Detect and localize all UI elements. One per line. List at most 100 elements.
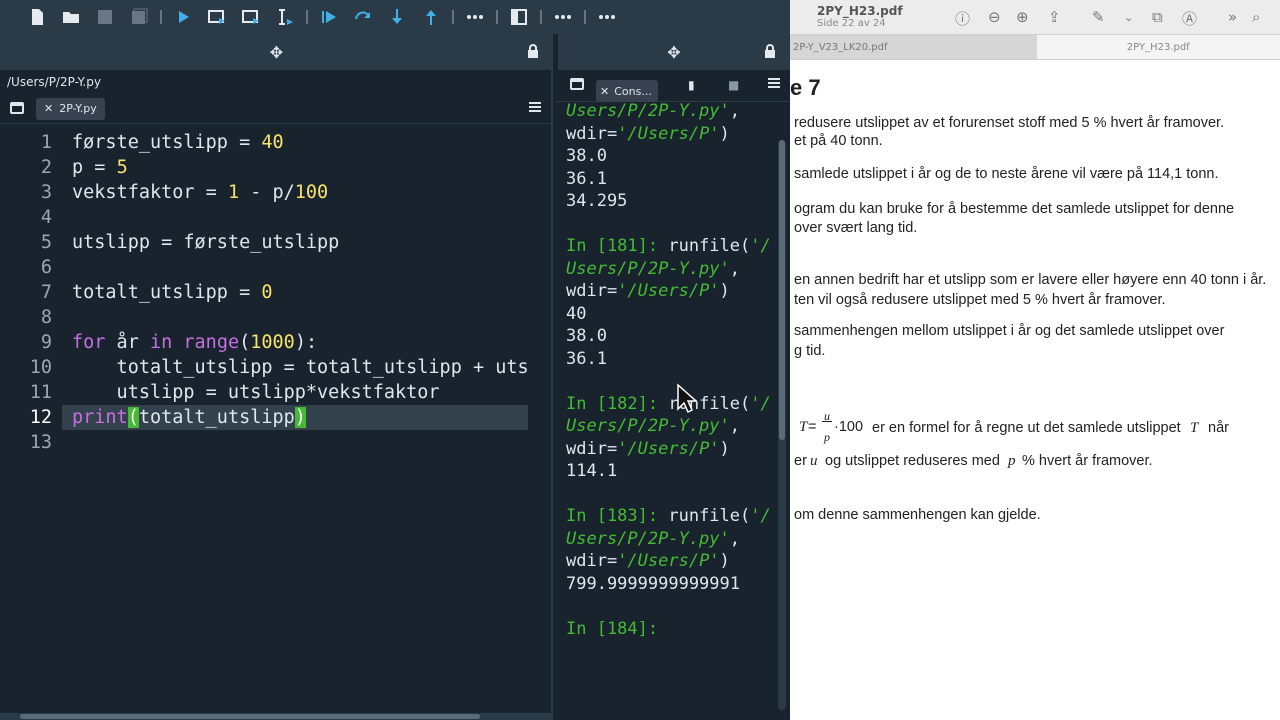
pdf-tab-2[interactable]: 2PY_H23.pdf xyxy=(1036,35,1280,59)
pdf-text: sammenhengen mellom utslippet i år og de… xyxy=(794,323,1225,339)
lock-icon[interactable] xyxy=(527,44,539,58)
pdf-text: et på 40 tonn. xyxy=(794,133,883,149)
pdf-text: er xyxy=(794,453,807,469)
pdf-titlebar: 2PY_H23.pdf Side 22 av 24 ⓘ ⊖ ⊕ ⇪ ✎ ⌄ ⧉ … xyxy=(790,0,1280,35)
pdf-text: over svært lang tid. xyxy=(794,220,918,236)
close-icon[interactable]: ✕ xyxy=(600,85,609,98)
rotate-icon[interactable]: ⧉ xyxy=(1152,8,1163,26)
markup-icon[interactable]: ✎ xyxy=(1092,8,1105,26)
stop-icon[interactable]: ■ xyxy=(728,78,739,92)
code-line: 10 totalt_utslipp = totalt_utslipp + uts… xyxy=(0,355,553,380)
code-editor[interactable]: 1 første_utslipp = 40 2p = 5 3 vekstfaktor… xyxy=(0,130,553,710)
info-icon[interactable]: ⓘ xyxy=(955,8,970,29)
chevron-down-icon[interactable]: ⌄ xyxy=(1124,11,1133,24)
line-number: 13 xyxy=(29,432,52,453)
line-number: 5 xyxy=(40,232,52,253)
line-number: 1 xyxy=(40,132,52,153)
pdf-text: samlede utslippet i år og de to neste år… xyxy=(794,166,1219,182)
more-icon-2[interactable] xyxy=(546,0,580,34)
code-line: 1 første_utslipp = 40 xyxy=(0,130,553,155)
tab-label: Cons... xyxy=(614,84,652,98)
code-line: 5 utslipp = første_utslipp xyxy=(0,230,553,255)
console-output[interactable]: Users/P/2P-Y.py', wdir='/Users/P') 38.0 … xyxy=(566,100,772,640)
more-icon-3[interactable] xyxy=(590,0,624,34)
close-icon[interactable]: ✕ xyxy=(44,102,53,115)
zoom-in-icon[interactable]: ⊕ xyxy=(1016,8,1029,26)
new-file-icon[interactable] xyxy=(20,0,54,34)
pdf-text: ten vil også redusere utslippet med 5 % … xyxy=(794,292,1166,308)
save-all-icon[interactable] xyxy=(122,0,156,34)
code-line: 7 totalt_utslipp = 0 xyxy=(0,280,553,305)
browse-tabs-icon[interactable] xyxy=(570,78,584,90)
more-icon[interactable] xyxy=(458,0,492,34)
pdf-viewer: 2PY_H23.pdf Side 22 av 24 ⓘ ⊖ ⊕ ⇪ ✎ ⌄ ⧉ … xyxy=(790,0,1280,720)
file-path: /Users/P/2P-Y.py xyxy=(0,70,551,94)
console-pane-titlebar[interactable]: ✥ xyxy=(558,34,790,70)
pdf-text: når xyxy=(1208,420,1229,436)
pdf-text: ogram du kan bruke for å bestemme det sa… xyxy=(794,201,1235,217)
editor-tabbar: ✕ 2P-Y.py xyxy=(0,94,551,124)
pdf-text: en annen bedrift har et utslipp som er l… xyxy=(794,272,1267,288)
pdf-text: er en formel for å regne ut det samlede … xyxy=(872,420,1181,436)
zoom-out-icon[interactable]: ⊖ xyxy=(988,8,1001,26)
run-icon[interactable] xyxy=(166,0,200,34)
step-into-icon[interactable] xyxy=(380,0,414,34)
toolbar-separator xyxy=(302,0,312,34)
toolbar-separator xyxy=(492,0,502,34)
browse-tabs-icon[interactable] xyxy=(10,102,24,114)
run-cell-advance-icon[interactable] xyxy=(234,0,268,34)
options-menu-icon[interactable] xyxy=(768,78,780,88)
line-number: 10 xyxy=(29,357,52,378)
debug-icon[interactable] xyxy=(312,0,346,34)
pdf-text: og utslippet reduseres med xyxy=(825,453,1000,469)
pdf-title: 2PY_H23.pdf xyxy=(817,4,903,18)
tab-label: 2P-Y.py xyxy=(59,102,97,115)
save-icon[interactable] xyxy=(88,0,122,34)
clipboard-icon[interactable]: ▮ xyxy=(688,78,695,92)
maximize-pane-icon[interactable] xyxy=(502,0,536,34)
lock-icon[interactable] xyxy=(764,44,776,58)
more-toolbar-icon[interactable]: » xyxy=(1228,8,1237,26)
line-number: 8 xyxy=(40,307,52,328)
step-icon[interactable] xyxy=(346,0,380,34)
options-menu-icon[interactable] xyxy=(529,102,541,112)
pdf-page-indicator: Side 22 av 24 xyxy=(817,18,886,29)
toolbar-separator xyxy=(580,0,590,34)
editor-pane-titlebar[interactable]: ✥ xyxy=(0,34,553,70)
toolbar-separator xyxy=(536,0,546,34)
tab-console[interactable]: ✕ Cons... xyxy=(596,80,658,102)
step-return-icon[interactable] xyxy=(414,0,448,34)
pdf-text: om denne sammenhengen kan gjelde. xyxy=(794,507,1041,523)
pdf-tabbar: 2P-Y_V23_LK20.pdf 2PY_H23.pdf xyxy=(790,35,1280,60)
annotate-icon[interactable]: Ⓐ xyxy=(1182,8,1197,29)
pdf-text: p xyxy=(1008,453,1016,469)
move-pane-icon[interactable]: ✥ xyxy=(270,43,283,62)
horizontal-scrollbar[interactable] xyxy=(0,713,553,720)
run-selection-icon[interactable] xyxy=(268,0,302,34)
toolbar-separator xyxy=(448,0,458,34)
line-number: 7 xyxy=(40,282,52,303)
pdf-tab-1[interactable]: 2P-Y_V23_LK20.pdf xyxy=(790,35,1037,59)
code-line: 9 for år in range(1000): xyxy=(0,330,553,355)
pdf-text: % hvert år framover. xyxy=(1022,453,1153,469)
code-line: 4 xyxy=(0,205,553,230)
move-pane-icon[interactable]: ✥ xyxy=(667,43,680,62)
pdf-text: T xyxy=(1190,420,1199,436)
vertical-scrollbar[interactable] xyxy=(778,140,786,710)
code-line: 11 utslipp = utslipp*vekstfaktor xyxy=(0,380,553,405)
share-icon[interactable]: ⇪ xyxy=(1048,8,1061,26)
line-number: 9 xyxy=(40,332,52,353)
code-line: 3 vekstfaktor = 1 - p/100 xyxy=(0,180,553,205)
open-folder-icon[interactable] xyxy=(54,0,88,34)
line-number: 2 xyxy=(40,157,52,178)
search-icon[interactable]: ⌕ xyxy=(1252,8,1260,26)
run-cell-icon[interactable] xyxy=(200,0,234,34)
pdf-text: u xyxy=(810,453,818,469)
pdf-text: g tid. xyxy=(794,343,826,359)
code-line: 8 xyxy=(0,305,553,330)
line-number: 6 xyxy=(40,257,52,278)
line-number: 12 xyxy=(29,407,52,428)
code-line: 2p = 5 xyxy=(0,155,553,180)
toolbar-separator xyxy=(156,0,166,34)
tab-2p-y-py[interactable]: ✕ 2P-Y.py xyxy=(36,97,105,120)
